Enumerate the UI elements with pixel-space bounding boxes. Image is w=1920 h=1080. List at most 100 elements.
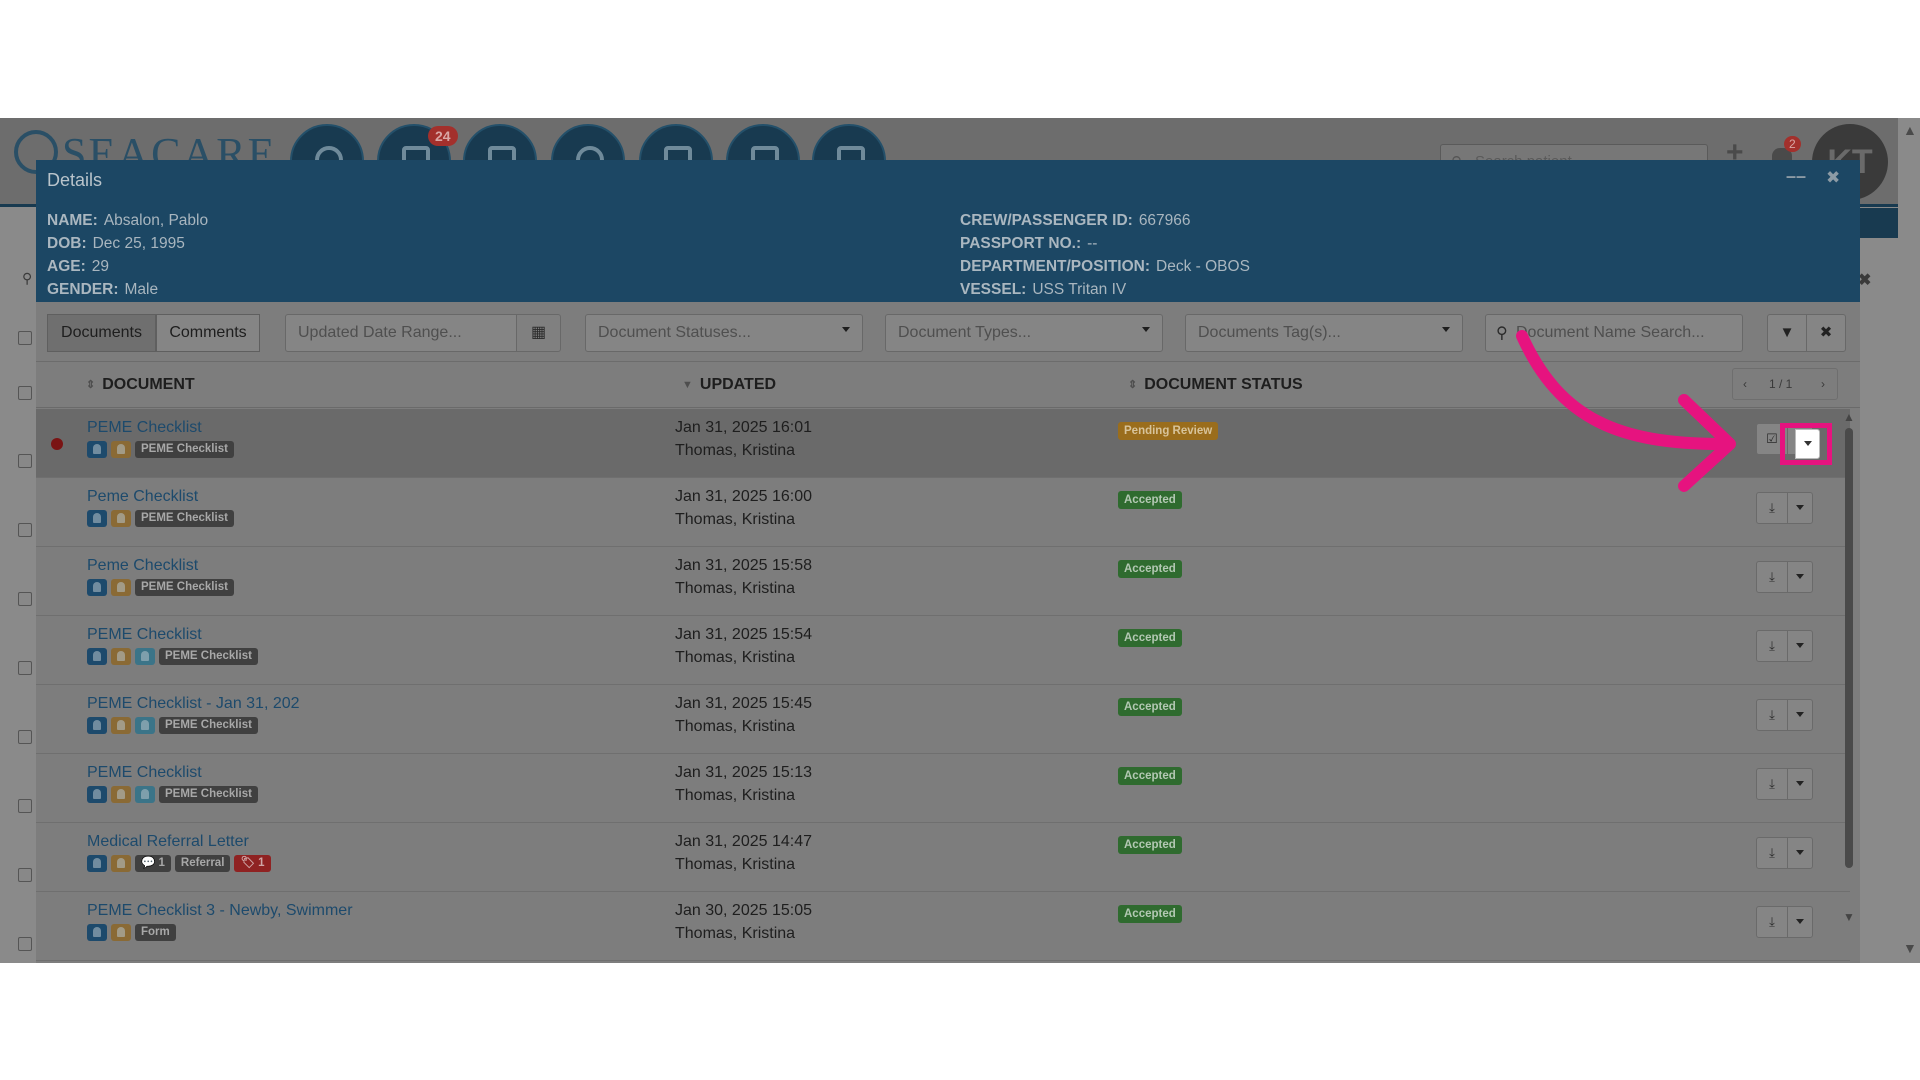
updated-by: Thomas, Kristina — [675, 580, 796, 597]
app-screen: SEACARE 24 ⚲Search patient + 2 KT ⚲ ✖ ▲ … — [0, 118, 1920, 963]
table-row[interactable]: PEME Checklist - Jan 31, 202 PEME Checkli… — [36, 685, 1850, 754]
document-types-select[interactable]: Document Types... — [885, 314, 1163, 352]
filter-icon[interactable]: ▼ — [1767, 314, 1807, 352]
updated-datetime: Jan 31, 2025 16:00 — [675, 488, 813, 505]
minimize-icon[interactable]: –– — [1786, 166, 1806, 187]
chevron-down-icon — [1796, 505, 1804, 510]
column-document-status[interactable]: ⇕ DOCUMENT STATUS — [1128, 376, 1303, 394]
row-dropdown-toggle[interactable] — [1787, 699, 1813, 731]
scroll-up-icon[interactable]: ▲ — [1843, 410, 1855, 424]
next-page-icon[interactable]: › — [1821, 377, 1825, 391]
chevron-down-icon — [1796, 712, 1804, 717]
bell-badge: 2 — [1784, 136, 1801, 152]
user-icon — [87, 579, 107, 596]
bg-row-checkbox[interactable] — [18, 868, 32, 882]
table-row[interactable]: PEME Checklist PEME Checklist Jan 31, 2025… — [36, 616, 1850, 685]
document-title-link[interactable]: PEME Checklist — [87, 764, 202, 782]
updated-by: Thomas, Kristina — [675, 718, 796, 735]
download-icon[interactable]: ⤓ — [1756, 630, 1788, 662]
document-name-search-input[interactable]: ⚲ Document Name Search... — [1485, 314, 1743, 352]
bg-row-checkbox[interactable] — [18, 331, 32, 345]
status-badge: Accepted — [1118, 491, 1182, 509]
column-status-label: DOCUMENT STATUS — [1144, 376, 1303, 393]
bg-row-checkbox[interactable] — [18, 386, 32, 400]
staff-icon — [111, 441, 131, 458]
document-title-link[interactable]: PEME Checklist - Jan 31, 202 — [87, 695, 300, 713]
staff-icon — [111, 717, 131, 734]
scroll-thumb[interactable] — [1845, 428, 1853, 868]
info-vessel: VESSEL: USS Tritan IV — [960, 281, 1127, 298]
close-icon[interactable]: ✖ — [1826, 168, 1840, 188]
bg-row-checkbox[interactable] — [18, 661, 32, 675]
scroll-down-icon[interactable]: ▼ — [1903, 940, 1917, 956]
updated-datetime: Jan 31, 2025 15:58 — [675, 557, 813, 574]
document-title-link[interactable]: Peme Checklist — [87, 557, 198, 575]
statuses-placeholder: Document Statuses... — [598, 324, 751, 341]
page-scrollbar[interactable]: ▲ ▼ — [1898, 118, 1920, 963]
table-row[interactable]: Medical Referral Letter 💬 1 Referral 🏷 1 Jan… — [36, 823, 1850, 892]
calendar-icon[interactable]: ▦ — [517, 314, 561, 352]
tag-label: PEME Checklist — [159, 648, 258, 665]
document-title-link[interactable]: Medical Referral Letter — [87, 833, 249, 851]
table-header: ⇕ DOCUMENT ▼ UPDATED ⇕ DOCUMENT STATUS ‹ 1 … — [36, 362, 1860, 408]
document-title-link[interactable]: PEME Checklist — [87, 419, 202, 437]
scroll-up-icon[interactable]: ▲ — [1903, 122, 1917, 138]
row-dropdown-toggle[interactable] — [1787, 906, 1813, 938]
download-icon[interactable]: ⤓ — [1756, 492, 1788, 524]
download-icon[interactable]: ⤓ — [1756, 768, 1788, 800]
modal-title: Details — [47, 170, 103, 190]
bg-row-checkbox[interactable] — [18, 730, 32, 744]
clear-filter-icon[interactable]: ✖ — [1806, 314, 1846, 352]
column-updated[interactable]: ▼ UPDATED — [682, 376, 776, 394]
table-row[interactable]: Peme Checklist PEME Checklist Jan 31, 2025… — [36, 478, 1850, 547]
tag-label: PEME Checklist — [159, 717, 258, 734]
status-badge: Accepted — [1118, 767, 1182, 785]
document-tags-select[interactable]: Documents Tag(s)... — [1185, 314, 1463, 352]
row-dropdown-toggle[interactable] — [1787, 837, 1813, 869]
row-dropdown-toggle[interactable] — [1787, 768, 1813, 800]
updated-datetime: Jan 30, 2025 15:05 — [675, 902, 813, 919]
table-row[interactable]: PEME Checklist 3 - Newby, Swimmer Form Jan… — [36, 892, 1850, 961]
info-name: NAME: Absalon, Pablo — [47, 212, 209, 229]
document-tags: PEME Checklist — [87, 579, 238, 597]
document-tags: PEME Checklist — [87, 441, 238, 459]
document-title-link[interactable]: PEME Checklist — [87, 626, 202, 644]
bg-row-checkbox[interactable] — [18, 454, 32, 468]
bg-row-checkbox[interactable] — [18, 937, 32, 951]
tab-documents[interactable]: Documents — [47, 314, 156, 352]
copy-icon — [135, 717, 155, 734]
document-title-link[interactable]: PEME Checklist 3 - Newby, Swimmer — [87, 902, 353, 920]
scroll-down-icon[interactable]: ▼ — [1843, 910, 1855, 924]
date-range-input[interactable]: Updated Date Range... — [285, 314, 517, 352]
document-title-link[interactable]: Peme Checklist — [87, 488, 198, 506]
bg-row-checkbox[interactable] — [18, 799, 32, 813]
table-scrollbar[interactable]: ▲ ▼ — [1842, 410, 1856, 930]
download-icon[interactable]: ⤓ — [1756, 906, 1788, 938]
patient-info-panel: NAME: Absalon, Pablo DOB: Dec 25, 1995 AGE… — [36, 204, 1860, 302]
download-icon[interactable]: ⤓ — [1756, 561, 1788, 593]
bg-header-segment — [1858, 208, 1898, 238]
document-statuses-select[interactable]: Document Statuses... — [585, 314, 863, 352]
bg-close-icon[interactable]: ✖ — [1858, 270, 1871, 290]
prev-page-icon[interactable]: ‹ — [1743, 377, 1747, 391]
user-icon — [87, 786, 107, 803]
bg-row-checkbox[interactable] — [18, 592, 32, 606]
column-document[interactable]: ⇕ DOCUMENT — [86, 376, 195, 394]
table-row[interactable]: PEME Checklist PEME Checklist Jan 31, 2025… — [36, 754, 1850, 823]
download-icon[interactable]: ⤓ — [1756, 837, 1788, 869]
name-search-placeholder: Document Name Search... — [1516, 324, 1705, 341]
row-dropdown-toggle[interactable] — [1787, 561, 1813, 593]
download-icon[interactable]: ⤓ — [1756, 699, 1788, 731]
row-dropdown-toggle[interactable] — [1787, 630, 1813, 662]
table-row[interactable]: Peme Checklist PEME Checklist Jan 31, 2025… — [36, 547, 1850, 616]
types-placeholder: Document Types... — [898, 324, 1032, 341]
copy-icon — [135, 786, 155, 803]
tag-label: PEME Checklist — [135, 579, 234, 596]
row-dropdown-toggle[interactable] — [1787, 492, 1813, 524]
updated-by: Thomas, Kristina — [675, 442, 796, 459]
tab-comments[interactable]: Comments — [156, 314, 260, 352]
bg-search-icon: ⚲ — [22, 270, 33, 286]
staff-icon — [111, 510, 131, 527]
bg-row-checkbox[interactable] — [18, 523, 32, 537]
table-row[interactable]: PEME Checklist PEME Checklist Jan 31, 2025… — [36, 409, 1850, 478]
